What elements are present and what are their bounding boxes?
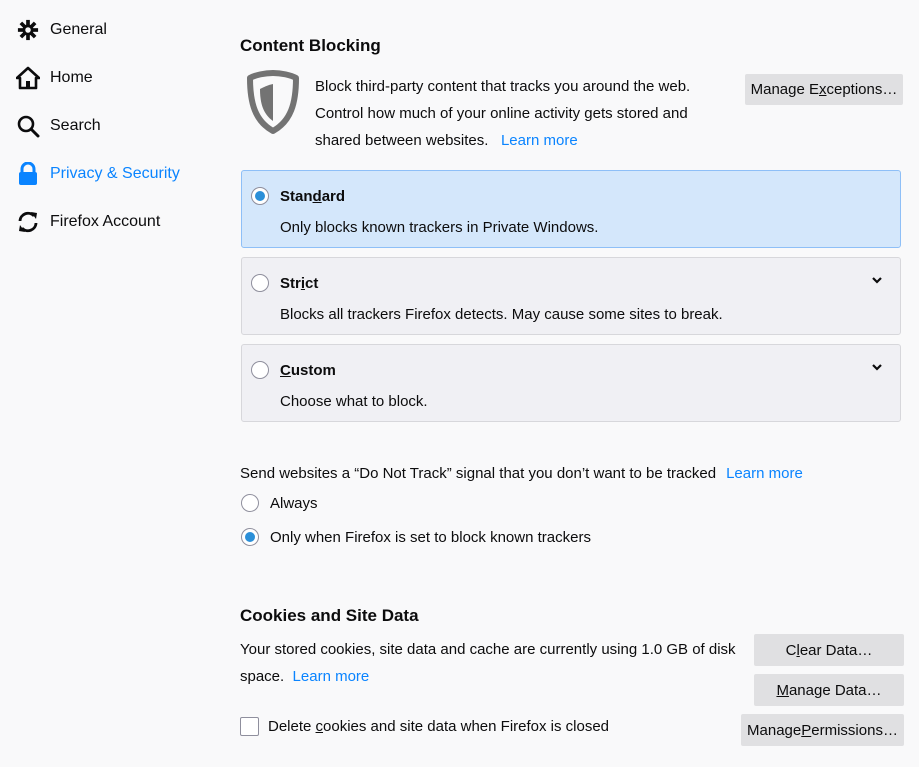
sidebar-item-label: Firefox Account (50, 213, 161, 230)
manage-data-button[interactable]: Manage Data… (754, 674, 904, 706)
sidebar-item-label: Privacy & Security (50, 165, 180, 182)
manage-exceptions-button[interactable]: Manage Ex ceptions… (745, 74, 903, 105)
sidebar-item-label: Home (50, 69, 93, 86)
manage-permissions-button[interactable]: Manage Permissions… (741, 714, 904, 746)
dnt-learn-more-link[interactable]: Learn more (726, 465, 803, 482)
cookies-heading: Cookies and Site Data (240, 606, 419, 625)
blocking-option-strict[interactable]: Strict Blocks all trackers Firefox detec… (241, 257, 901, 335)
only-when-radio[interactable] (241, 528, 259, 546)
content-blocking-heading: Content Blocking (240, 36, 381, 55)
sidebar-item-label: Search (50, 117, 101, 134)
sidebar-item-search[interactable]: Search (16, 112, 101, 140)
clear-data-button[interactable]: Cl ear Data… (754, 634, 904, 666)
chevron-down-icon[interactable] (870, 274, 884, 286)
sync-icon (16, 210, 40, 234)
home-icon (16, 66, 40, 90)
blocking-option-custom[interactable]: Custom Choose what to block. (241, 344, 901, 422)
sidebar-item-general[interactable]: General (16, 16, 107, 44)
delete-on-close-label: Delete cookies and site data when Firefo… (268, 718, 610, 735)
standard-radio[interactable] (251, 187, 269, 205)
delete-on-close-checkbox[interactable] (240, 717, 259, 736)
sidebar-item-home[interactable]: Home (16, 64, 93, 92)
sidebar-item-label: General (50, 21, 107, 38)
cookies-learn-more-link[interactable]: Learn more (293, 668, 370, 685)
option-subtitle: Choose what to block. (280, 393, 428, 410)
option-subtitle: Blocks all trackers Firefox detects. May… (280, 306, 723, 323)
content-blocking-learn-more-link[interactable]: Learn more (501, 132, 578, 149)
always-radio[interactable] (241, 494, 259, 512)
option-title: Custom (280, 362, 336, 379)
sidebar-item-firefox-account[interactable]: Firefox Account (16, 208, 160, 236)
option-title: Standard (280, 188, 346, 205)
chevron-down-icon[interactable] (870, 361, 884, 373)
sidebar-item-privacy-security[interactable]: Privacy & Security (16, 160, 180, 188)
option-subtitle: Only blocks known trackers in Private Wi… (280, 219, 599, 236)
dnt-option-always[interactable]: Always (241, 494, 318, 512)
lock-icon (16, 162, 40, 186)
search-icon (16, 114, 40, 138)
content-blocking-description: Block third-party content that tracks yo… (315, 78, 691, 149)
blocking-option-standard[interactable]: Standard Only blocks known trackers in P… (241, 170, 901, 248)
option-title: Strict (280, 275, 319, 292)
gear-icon (16, 18, 40, 42)
custom-radio[interactable] (251, 361, 269, 379)
dnt-option-only-when-blocking[interactable]: Only when Firefox is set to block known … (241, 528, 591, 546)
shield-icon (247, 70, 299, 134)
delete-on-close-row[interactable]: Delete cookies and site data when Firefo… (240, 717, 609, 736)
dnt-label: Send websites a “Do Not Track” signal th… (240, 465, 803, 482)
cookies-description: Your stored cookies, site data and cache… (240, 641, 736, 685)
strict-radio[interactable] (251, 274, 269, 292)
